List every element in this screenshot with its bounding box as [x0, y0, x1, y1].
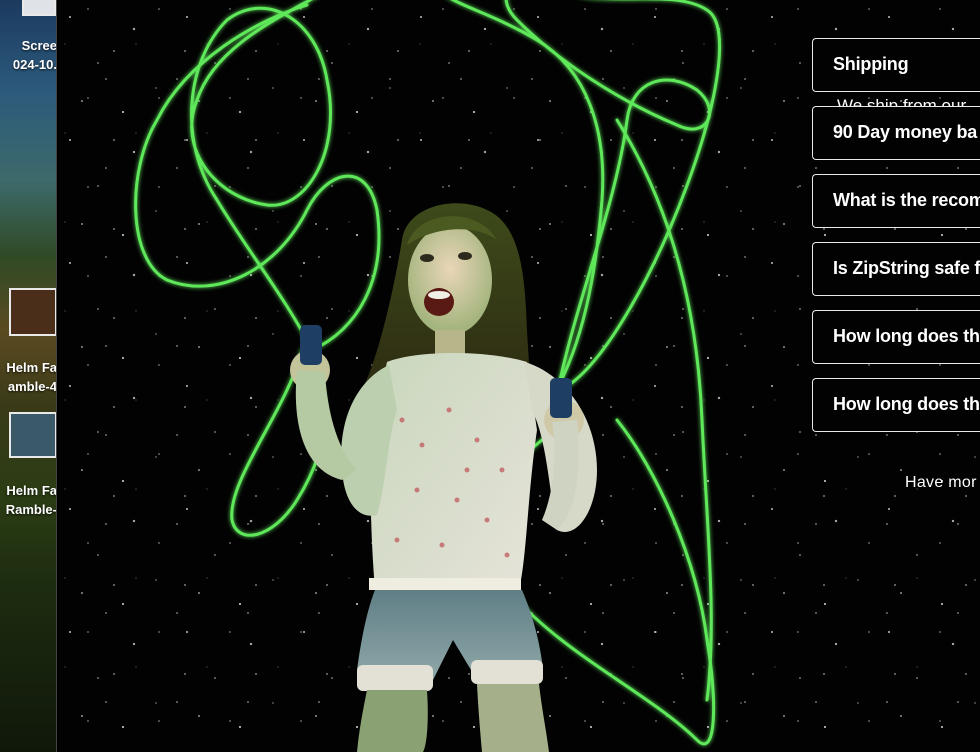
girl-photo — [290, 203, 597, 752]
more-questions-link[interactable]: Have mor — [905, 474, 977, 492]
faq-item-how-long-2[interactable]: How long does th — [812, 378, 980, 432]
faq-question: 90 Day money ba — [833, 122, 978, 142]
faq-question: How long does th — [833, 394, 980, 414]
faq-question: Is ZipString safe f — [833, 258, 980, 278]
faq-item-safety[interactable]: Is ZipString safe f — [812, 242, 980, 296]
faq-question: What is the recom — [833, 190, 980, 210]
web-page: Shipping We ship from our 90 Day money b… — [57, 0, 980, 752]
desktop-item-label-screenshot[interactable]: Scree 024-10. — [13, 36, 57, 74]
video-file-icon[interactable] — [9, 288, 57, 336]
faq-question: How long does th — [833, 326, 980, 346]
video-file-icon[interactable] — [9, 412, 57, 458]
desktop-background: Scree 024-10. Helm Fa amble-4 Helm Fa Ra… — [0, 0, 57, 752]
desktop-item-label-video-1[interactable]: Helm Fa amble-4 — [6, 358, 57, 396]
screenshot-file-icon[interactable] — [22, 0, 56, 16]
desktop-item-label-video-2[interactable]: Helm Fa Ramble- — [6, 481, 57, 519]
faq-item-money-back[interactable]: 90 Day money ba — [812, 106, 980, 160]
faq-item-recommended[interactable]: What is the recom — [812, 174, 980, 228]
faq-item-how-long-1[interactable]: How long does th — [812, 310, 980, 364]
faq-question: Shipping — [833, 54, 909, 74]
faq-item-shipping[interactable]: Shipping — [812, 38, 980, 92]
